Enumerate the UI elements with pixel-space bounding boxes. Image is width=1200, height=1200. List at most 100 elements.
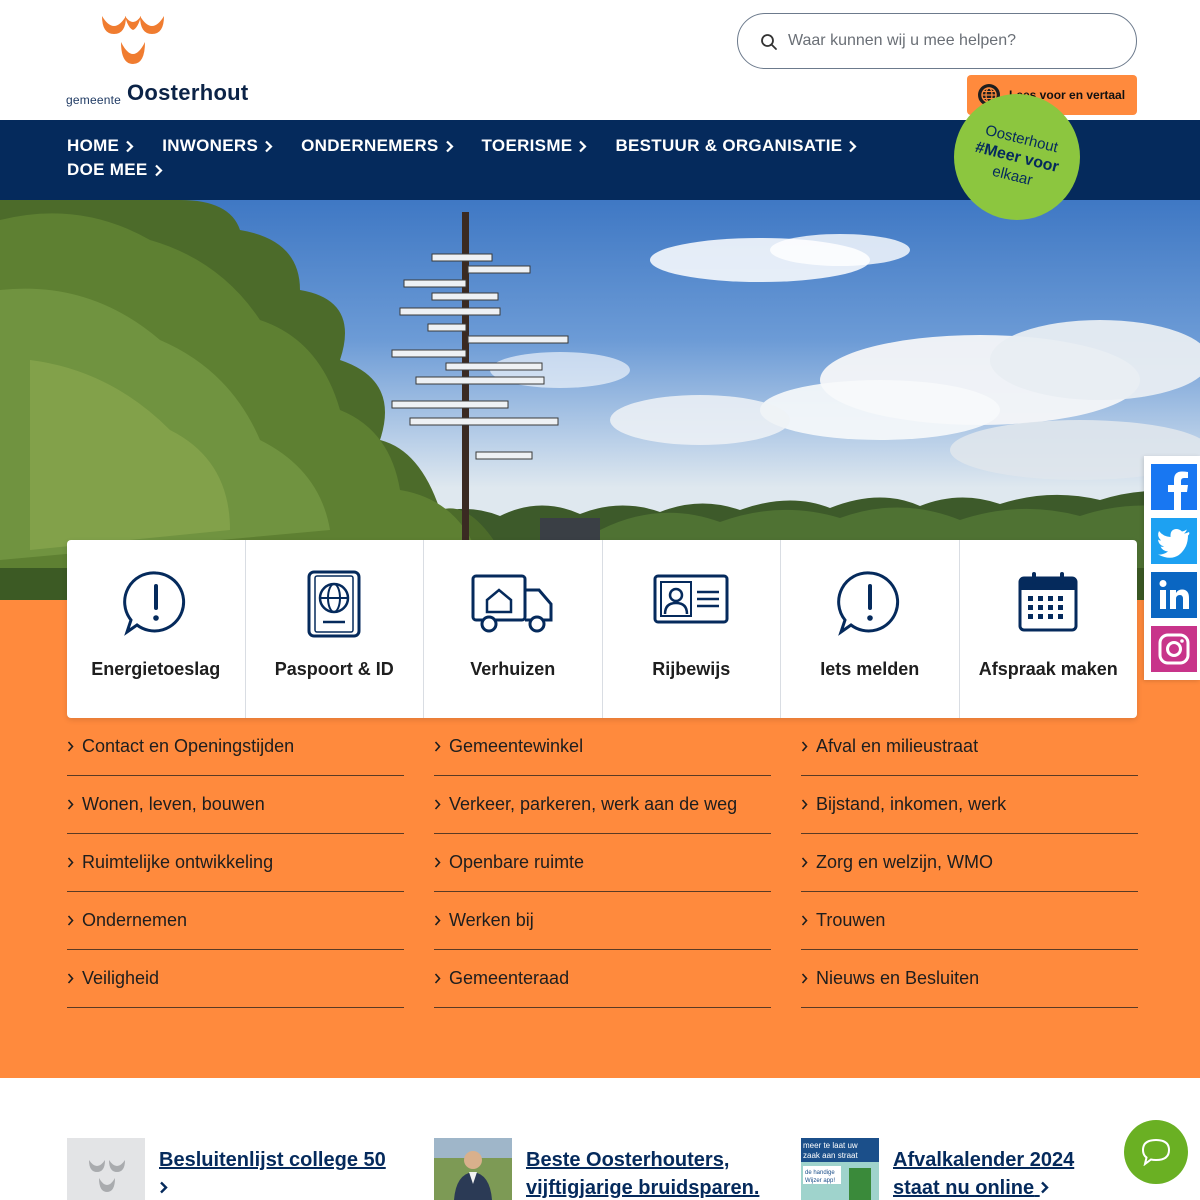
search-box[interactable] (737, 13, 1137, 69)
link-afval[interactable]: Afval en milieustraat (801, 718, 1138, 776)
chevron-right-icon (801, 799, 808, 810)
chevron-right-icon (849, 140, 857, 153)
news-item[interactable]: Beste Oosterhouters, vijftigjarige bruid… (434, 1138, 771, 1200)
tile-label: Rijbewijs (652, 659, 731, 679)
nav-label: INWONERS (162, 136, 259, 155)
tile-paspoort[interactable]: Paspoort & ID (246, 540, 424, 718)
link-ondernemen[interactable]: Ondernemen (67, 892, 404, 950)
news-title[interactable]: Beste Oosterhouters, vijftigjarige bruid… (526, 1146, 759, 1200)
search-icon[interactable] (760, 33, 778, 51)
link-label: Zorg en welzijn, WMO (816, 852, 994, 872)
nav-item-ondernemers[interactable]: ONDERNEMERS (301, 136, 454, 156)
twitter-button[interactable] (1151, 518, 1197, 564)
chevron-right-icon (1040, 1181, 1049, 1194)
chevron-right-icon (67, 973, 74, 984)
link-contact[interactable]: Contact en Openingstijden (67, 718, 404, 776)
nav-item-home[interactable]: HOME (67, 136, 134, 156)
chevron-right-icon (265, 140, 273, 153)
link-zorg[interactable]: Zorg en welzijn, WMO (801, 834, 1138, 892)
tile-energietoeslag[interactable]: Energietoeslag (67, 540, 246, 718)
link-label: Nieuws en Besluiten (816, 968, 980, 988)
topic-links: Contact en Openingstijden Gemeentewinkel… (67, 718, 1138, 1008)
tile-afspraak-maken[interactable]: Afspraak maken (960, 540, 1138, 718)
link-gemeenteraad[interactable]: Gemeenteraad (434, 950, 771, 1008)
news-title-text: Afvalkalender 2024 (893, 1149, 1075, 1171)
link-gemeentewinkel[interactable]: Gemeentewinkel (434, 718, 771, 776)
nav-item-toerisme[interactable]: TOERISME (482, 136, 588, 156)
afvalkalender-image: meer te laat uw zaak aan straat de handi… (801, 1138, 879, 1200)
link-bijstand[interactable]: Bijstand, inkomen, werk (801, 776, 1138, 834)
link-label: Ruimtelijke ontwikkeling (82, 852, 274, 872)
chevron-right-icon (67, 741, 74, 752)
link-veiligheid[interactable]: Veiligheid (67, 950, 404, 1008)
facebook-button[interactable] (1151, 464, 1197, 510)
chevron-right-icon (67, 915, 74, 926)
nav-label: DOE MEE (67, 160, 148, 179)
link-label: Openbare ruimte (449, 852, 585, 872)
link-wonen[interactable]: Wonen, leven, bouwen (67, 776, 404, 834)
instagram-icon (1151, 626, 1197, 672)
link-label: Bijstand, inkomen, werk (816, 794, 1007, 814)
nav-label: HOME (67, 136, 120, 155)
link-openbare-ruimte[interactable]: Openbare ruimte (434, 834, 771, 892)
news-thumbnail (67, 1138, 145, 1200)
link-label: Verkeer, parkeren, werk aan de weg (449, 794, 738, 814)
chevron-right-icon (434, 857, 441, 868)
tile-rijbewijs[interactable]: Rijbewijs (603, 540, 781, 718)
logo-prefix: gemeente (66, 93, 121, 107)
link-label: Gemeenteraad (449, 968, 570, 988)
passport-icon (307, 570, 361, 638)
exclamation-bubble-icon (122, 571, 185, 636)
nav-label: ONDERNEMERS (301, 136, 439, 155)
news-title[interactable]: Besluitenlijst college 50 (159, 1146, 386, 1200)
link-label: Werken bij (449, 910, 534, 930)
tile-label: Iets melden (820, 659, 920, 679)
news-item[interactable]: meer te laat uw zaak aan straat de handi… (801, 1138, 1138, 1200)
thumb-text: Wijzer app! (805, 1178, 835, 1184)
tile-label: Afspraak maken (978, 659, 1118, 679)
nav-item-doe-mee[interactable]: DOE MEE (67, 160, 163, 180)
chevron-right-icon (126, 140, 134, 153)
news-thumbnail: meer te laat uw zaak aan straat de handi… (801, 1138, 879, 1200)
link-label: Ondernemen (82, 910, 188, 930)
link-trouwen[interactable]: Trouwen (801, 892, 1138, 950)
tile-label: Energietoeslag (91, 659, 221, 679)
tile-iets-melden[interactable]: Iets melden (781, 540, 960, 718)
link-nieuws[interactable]: Nieuws en Besluiten (801, 950, 1138, 1008)
news-thumbnail (434, 1138, 512, 1200)
chevron-right-icon (434, 741, 441, 752)
link-werken-bij[interactable]: Werken bij (434, 892, 771, 950)
link-ruimtelijke-ontwikkeling[interactable]: Ruimtelijke ontwikkeling (67, 834, 404, 892)
chevron-right-icon (801, 915, 808, 926)
twitter-icon (1151, 518, 1197, 564)
instagram-button[interactable] (1151, 626, 1197, 672)
meer-voor-elkaar-badge[interactable]: Oosterhout #Meer voor elkaar (954, 94, 1080, 220)
tile-verhuizen[interactable]: Verhuizen (424, 540, 603, 718)
chat-button[interactable] (1124, 1120, 1188, 1184)
chevron-right-icon (434, 915, 441, 926)
chevron-right-icon (67, 799, 74, 810)
chevron-right-icon (579, 140, 587, 153)
gemeente-oosterhout-logo[interactable]: gemeente Oosterhout (66, 14, 256, 107)
link-verkeer[interactable]: Verkeer, parkeren, werk aan de weg (434, 776, 771, 834)
nav-item-inwoners[interactable]: INWONERS (162, 136, 273, 156)
exclamation-bubble-icon (836, 571, 899, 636)
chevron-right-icon (801, 857, 808, 868)
logo-name: Oosterhout (127, 80, 249, 105)
chevron-right-icon (801, 741, 808, 752)
news-item[interactable]: Besluitenlijst college 50 (67, 1138, 404, 1200)
nav-label: TOERISME (481, 136, 573, 155)
logo-emblem-icon (89, 1160, 125, 1192)
news-title-text: Beste Oosterhouters, (526, 1149, 730, 1171)
chevron-right-icon (154, 164, 163, 177)
chevron-right-icon (801, 973, 808, 984)
link-label: Trouwen (816, 910, 886, 930)
calendar-icon (1018, 572, 1078, 632)
news-title[interactable]: Afvalkalender 2024 staat nu online (893, 1146, 1074, 1200)
linkedin-button[interactable] (1151, 572, 1197, 618)
search-input[interactable] (788, 24, 1118, 58)
news-title-text: vijftigjarige bruidsparen. (526, 1177, 760, 1199)
link-label: Veiligheid (82, 968, 160, 988)
nav-item-bestuur[interactable]: BESTUUR & ORGANISATIE (615, 136, 857, 156)
tile-label: Verhuizen (470, 659, 556, 679)
